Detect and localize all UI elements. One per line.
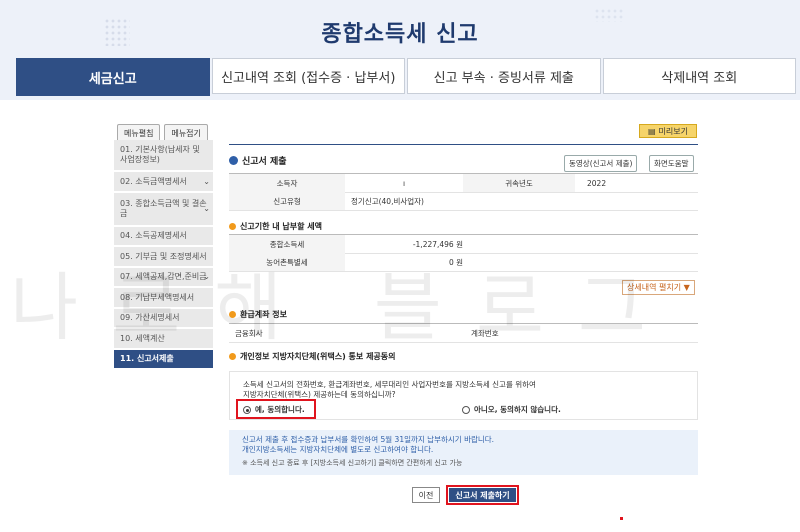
year-label: 귀속년도 [463,174,575,192]
sidebar-item-label: 08. 기납부세액명세서 [120,292,195,302]
notice-box: 신고서 제출 후 접수증과 납부서를 확인하여 5월 31일까지 납부하시기 바… [229,430,698,475]
filing-type-value: 정기신고(40,비사업자) [351,196,424,206]
sidebar-item-submit[interactable]: 11. 신고서제출 [114,350,213,370]
consent-text-line: 소득세 신고서의 전화번호, 환급계좌번호, 세무대리인 사업자번호를 지방소득… [243,380,536,389]
section-title-text: 신고서 제출 [242,157,287,167]
sidebar-item-penalty-tax[interactable]: 09. 가산세명세서 [114,309,213,329]
sidebar-item-label: 09. 가산세명세서 [120,313,180,322]
refund-row: 금융회사 계좌번호 [229,323,698,343]
tab-filing-history[interactable]: 신고내역 조회 (접수증 · 납부서) [211,58,405,94]
refund-title: 환급계좌 정보 [240,310,287,319]
income-tax-value: -1,227,496 원 [412,239,463,249]
income-tax-label: 종합소득세 [229,235,345,253]
sidebar-item-label: 10. 세액계산 [120,333,165,343]
submit-button-label: 신고서 제출하기 [449,488,516,502]
tab-deleted-history[interactable]: 삭제내역 조회 [602,58,796,94]
main-tabs: 세금신고 신고내역 조회 (접수증 · 납부서) 신고 부속 · 증빙서류 제출… [16,58,798,96]
sidebar-item-label: 07. 세액공제,감면,준비금 [120,272,207,281]
sidebar-item-tax-credits[interactable]: 07. 세액공제,감면,준비금 ⌄ [114,268,213,288]
tab-attachments[interactable]: 신고 부속 · 증빙서류 제출 [407,58,601,94]
chevron-down-icon: ⌄ [203,272,210,281]
sidebar-item-total-income[interactable]: 03. 종합소득금액 및 결손금 ⌄ [114,193,213,227]
payment-row: 종합소득세 -1,227,496 원 [229,234,698,254]
radio-unchecked-icon[interactable] [462,405,470,414]
submit-button[interactable]: 신고서 제출하기 [446,485,519,505]
section-title: 환급계좌 정보 [229,309,287,320]
chevron-down-icon: ⌄ [203,204,210,213]
consent-no-label: 아니오, 동의하지 않습니다. [474,405,561,414]
sidebar-item-donations[interactable]: 05. 기부금 및 조정명세서 [114,247,213,268]
bullet-icon [229,311,236,318]
sidebar-item-basic-info[interactable]: 01. 기본사항(납세자 및 사업장정보) [114,140,213,172]
farm-tax-value: 0 원 [448,257,463,267]
bullet-icon [229,353,236,360]
prev-button[interactable]: 이전 [412,487,440,503]
filing-type-label: 신고유형 [229,192,345,210]
sidebar-item-label: 01. 기본사항(납세자 및 사업장정보) [120,145,200,164]
notice-line: ※ 소득세 신고 종료 후 [지방소득세 신고하기] 클릭하면 간편하게 신고 … [242,459,463,467]
screen-help-button[interactable]: 화면도움말 [649,155,694,172]
payment-title: 신고기한 내 납부할 세액 [240,222,322,231]
sidebar-item-label: 11. 신고서제출 [120,354,174,363]
sidebar-item-tax-calc[interactable]: 10. 세액계산 [114,329,213,350]
bullet-icon [229,156,238,165]
info-row: 소득자 ı 귀속년도 2022 [229,173,698,193]
notice-line: 신고서 제출 후 접수증과 납부서를 확인하여 5월 31일까지 납부하시기 바… [242,435,495,444]
taxpayer-value: ı [402,178,406,188]
bullet-icon [229,223,236,230]
consent-text: 소득세 신고서의 전화번호, 환급계좌번호, 세무대리인 사업자번호를 지방소득… [243,380,536,400]
divider [229,144,698,145]
highlight-box [236,399,316,419]
section-title: 개인정보 지방자치단체(위택스) 통보 제공동의 [229,351,396,362]
sidebar-item-income-statement[interactable]: 02. 소득금액명세서 ⌄ [114,172,213,193]
video-guide-button[interactable]: 동영상(신고서 제출) [564,155,638,172]
page-title: 종합소득세 신고 [321,22,479,47]
section-title: 신고기한 내 납부할 세액 [229,221,322,232]
account-label: 계좌번호 [471,328,499,338]
expand-details-link[interactable]: 상세내역 펼치기 ▼ [622,280,695,295]
consent-no-option[interactable]: 아니오, 동의하지 않습니다. [462,404,561,415]
taxpayer-label: 소득자 [229,174,345,192]
farm-tax-label: 농어촌특별세 [229,253,345,271]
section-title: 신고서 제출 [229,154,287,167]
sidebar-item-label: 02. 소득금액명세서 [120,176,187,186]
consent-title: 개인정보 지방자치단체(위택스) 통보 제공동의 [240,352,396,361]
document-icon: ▤ [647,126,656,136]
tab-tax-filing[interactable]: 세금신고 [16,58,210,96]
payment-row: 농어촌특별세 0 원 [229,253,698,272]
info-row: 신고유형 정기신고(40,비사업자) [229,192,698,211]
sidebar-item-deductions[interactable]: 04. 소득공제명세서 [114,227,213,247]
preview-label: 미리보기 [658,126,688,136]
sidebar-item-label: 05. 기부금 및 조정명세서 [120,251,207,261]
sidebar-item-label: 03. 종합소득금액 및 결손금 [120,199,207,218]
red-marker [620,517,623,520]
sidebar-menu: 01. 기본사항(납세자 및 사업장정보) 02. 소득금액명세서 ⌄ 03. 종… [114,140,213,370]
consent-panel: 소득세 신고서의 전화번호, 환급계좌번호, 세무대리인 사업자번호를 지방소득… [229,371,698,420]
sidebar-item-label: 04. 소득공제명세서 [120,231,187,240]
preview-button[interactable]: ▤ 미리보기 [639,124,697,138]
bank-label: 금융회사 [235,328,263,338]
notice-line: 개인지방소득세는 지방자치단체에 별도로 신고하여야 합니다. [242,445,434,454]
sidebar-item-prepaid-tax[interactable]: 08. 기납부세액명세서 [114,288,213,309]
year-value: 2022 [587,178,607,188]
chevron-down-icon: ⌄ [203,176,210,186]
